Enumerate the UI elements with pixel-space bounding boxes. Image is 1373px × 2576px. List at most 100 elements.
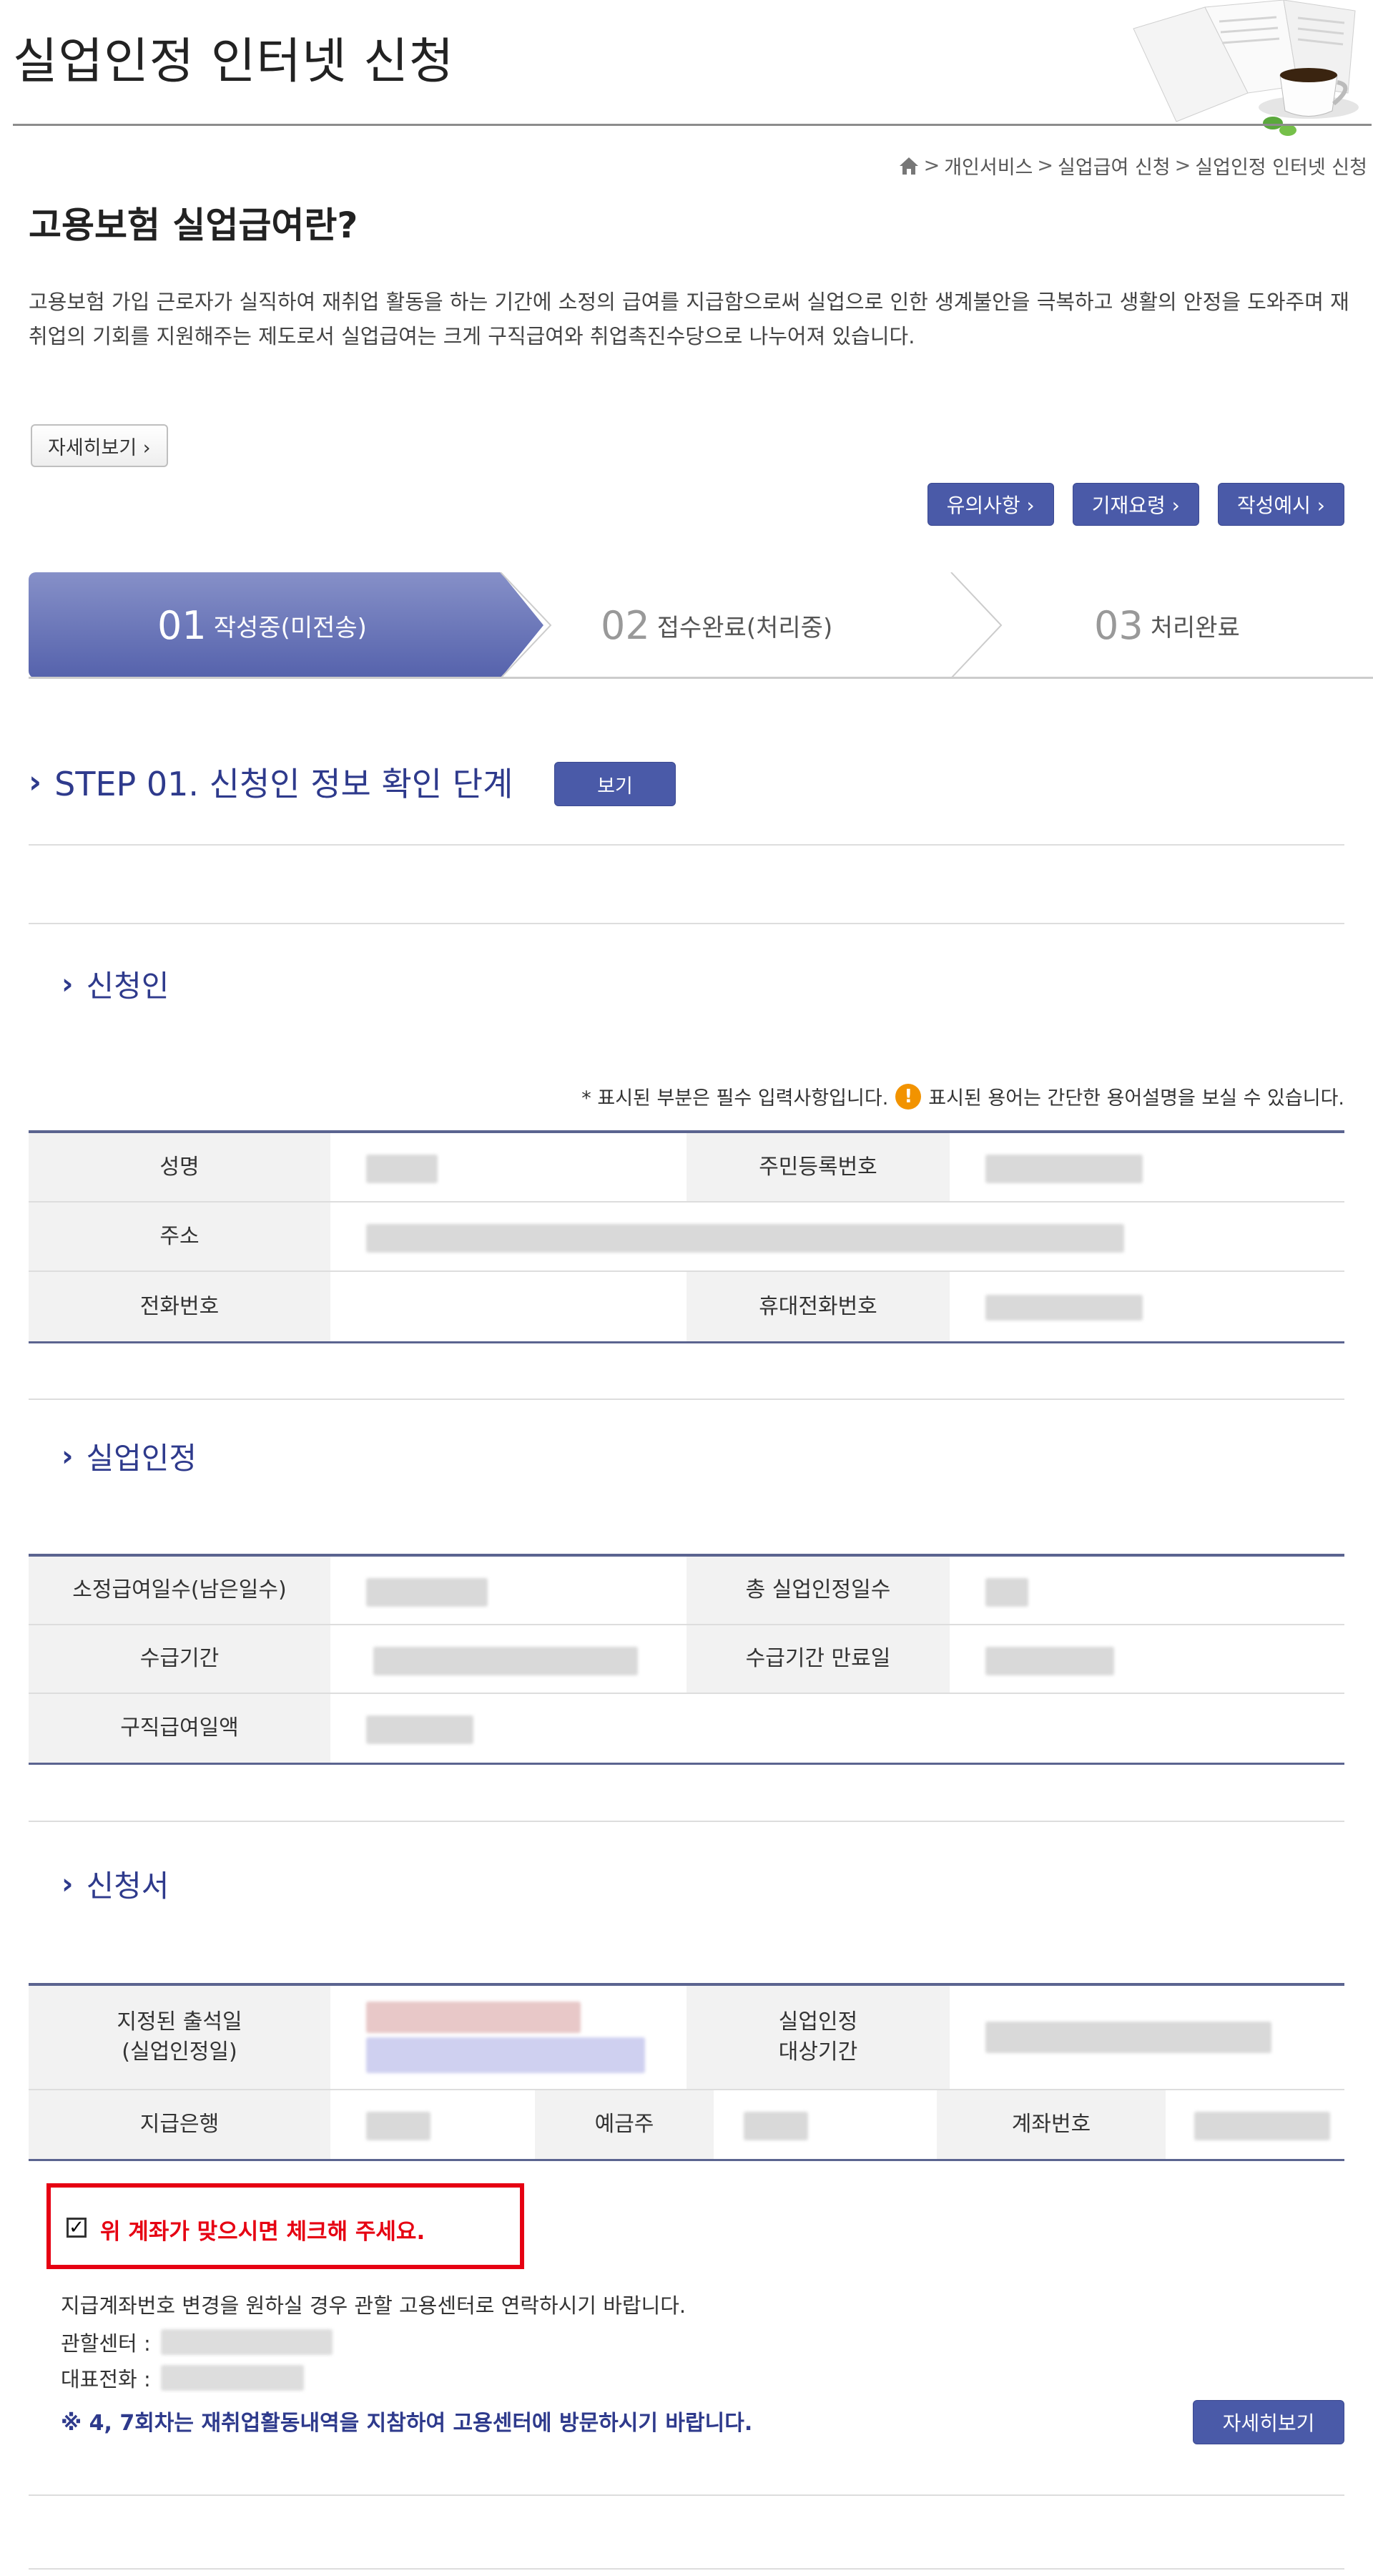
section-title: 실업인정 [86,1441,197,1476]
section-title: 신청인 [86,969,169,1004]
divider [29,1821,1344,1822]
required-note: * 표시된 부분은 필수 입력사항입니다. [581,1087,889,1110]
table-row: 수급기간 수급기간 만료일 [29,1625,1344,1694]
form-notes: * 표시된 부분은 필수 입력사항입니다. ! 표시된 용어는 간단한 용어설명… [581,1082,1344,1110]
label-target-period: 실업인정 대상기간 [686,1986,950,2089]
step-heading-text: STEP 01. 신청인 정보 확인 단계 [54,765,513,803]
table-row: 주소 [29,1203,1344,1272]
recognition-table: 소정급여일수(남은일수) 총 실업인정일수 수급기간 수급기간 만료일 구직급여… [29,1554,1344,1765]
documents-coffee-illustration [1133,0,1359,136]
step-baseline [29,677,1373,679]
step-arrow-divider [500,572,552,678]
chevron-right-icon: › [61,1439,74,1473]
value-resident-no [950,1133,1344,1201]
tel-line: 대표전화 : [61,2363,304,2393]
step-label: 처리완료 [1150,613,1240,642]
home-icon[interactable] [898,156,920,176]
table-row: 성명 주민등록번호 [29,1133,1344,1203]
divider [29,1399,1344,1400]
chevron-right-icon: › [61,967,74,1001]
exclamation-icon: ! [895,1083,922,1110]
confirm-detail-button[interactable]: 자세히보기 [1193,2400,1344,2444]
notice-button[interactable]: 유의사항 › [927,483,1054,526]
writing-guide-button[interactable]: 기재요령 › [1072,483,1199,526]
account-confirm-checkbox[interactable]: ✓ [67,2218,87,2238]
value-daily-amount [330,1694,1344,1763]
value-name [330,1133,686,1201]
label-account: 계좌번호 [937,2090,1166,2159]
step-arrow-divider [950,572,1003,678]
chevron-right-icon: › [29,763,42,800]
divider [29,923,1344,924]
step-1: 01 작성중(미전송) [157,572,367,678]
view-button[interactable]: 보기 [554,762,676,806]
value-phone [330,1272,686,1341]
intro-heading: 고용보험 실업급여란? [29,205,358,246]
label-address: 주소 [29,1203,330,1270]
section-application: › 신청서 [61,1862,169,1906]
label-resident-no: 주민등록번호 [686,1133,950,1201]
value-attendance-day [330,1986,686,2089]
label-bank: 지급은행 [29,2090,330,2159]
table-row: 구직급여일액 [29,1694,1344,1763]
table-row: 전화번호 휴대전화번호 [29,1272,1344,1341]
application-table: 지정된 출석일 (실업인정일) 실업인정 대상기간 지급은행 예금주 계좌번호 [29,1983,1344,2161]
value-mobile [950,1272,1344,1341]
tel-label: 대표전화 : [61,2367,151,2391]
value-address [330,1203,1344,1270]
breadcrumb-separator: > [1037,155,1054,177]
value-period [330,1625,686,1693]
divider [29,2568,1344,2570]
label-mobile: 휴대전화번호 [686,1272,950,1341]
breadcrumb-item[interactable]: 실업인정 인터넷 신청 [1195,152,1367,180]
value-target-period [950,1986,1344,2089]
label-period-end: 수급기간 만료일 [686,1625,950,1693]
step-number: 01 [157,602,207,648]
step-number: 03 [1094,602,1143,648]
section-recognition: › 실업인정 [61,1434,197,1478]
value-remaining-days [330,1557,686,1624]
center-label: 관할센터 : [61,2331,151,2356]
center-value [160,2329,333,2355]
step-label: 접수완료(처리중) [656,613,833,642]
chevron-right-icon: › [61,1867,74,1901]
value-holder [714,2090,937,2159]
table-row: 지급은행 예금주 계좌번호 [29,2090,1344,2159]
table-row: 소정급여일수(남은일수) 총 실업인정일수 [29,1557,1344,1625]
divider [29,2494,1344,2496]
label-phone: 전화번호 [29,1272,330,1341]
example-button[interactable]: 작성예시 › [1217,483,1344,526]
breadcrumb-item[interactable]: 개인서비스 [944,152,1033,180]
label-daily-amount: 구직급여일액 [29,1694,330,1763]
table-row: 지정된 출석일 (실업인정일) 실업인정 대상기간 [29,1986,1344,2090]
step-label: 작성중(미전송) [213,613,367,642]
step-2: 02 접수완료(처리중) [601,572,832,678]
breadcrumb: > 개인서비스 > 실업급여 신청 > 실업인정 인터넷 신청 [898,152,1367,180]
center-line: 관할센터 : [61,2327,333,2357]
label-remaining-days: 소정급여일수(남은일수) [29,1557,330,1624]
label-attendance-day: 지정된 출석일 (실업인정일) [29,1986,330,2089]
visit-warning: ※ 4, 7회차는 재취업활동내역을 지참하여 고용센터에 방문하시기 바랍니다… [61,2411,753,2436]
section-title: 신청서 [86,1869,169,1904]
label-holder: 예금주 [535,2090,714,2159]
value-total-days [950,1557,1344,1624]
tel-value [160,2365,304,2391]
label-period: 수급기간 [29,1625,330,1693]
value-account [1166,2090,1344,2159]
breadcrumb-item[interactable]: 실업급여 신청 [1058,152,1171,180]
label-total-days: 총 실업인정일수 [686,1557,950,1624]
label-name: 성명 [29,1133,330,1201]
account-confirm-label[interactable]: 위 계좌가 맞으시면 체크해 주세요. [100,2213,425,2246]
divider [29,844,1344,846]
value-bank [330,2090,535,2159]
section-applicant: › 신청인 [61,962,169,1006]
applicant-table: 성명 주민등록번호 주소 전화번호 휴대전화번호 [29,1130,1344,1343]
title-divider [13,124,1372,126]
value-period-end [950,1625,1344,1693]
step-heading: › STEP 01. 신청인 정보 확인 단계 [29,758,513,805]
step-number: 02 [601,602,650,648]
page-title: 실업인정 인터넷 신청 [13,34,455,90]
detail-button[interactable]: 자세히보기 › [31,424,168,467]
step-3: 03 처리완료 [1094,572,1240,678]
account-change-notice: 지급계좌번호 변경을 원하실 경우 관할 고용센터로 연락하시기 바랍니다. [61,2293,686,2318]
